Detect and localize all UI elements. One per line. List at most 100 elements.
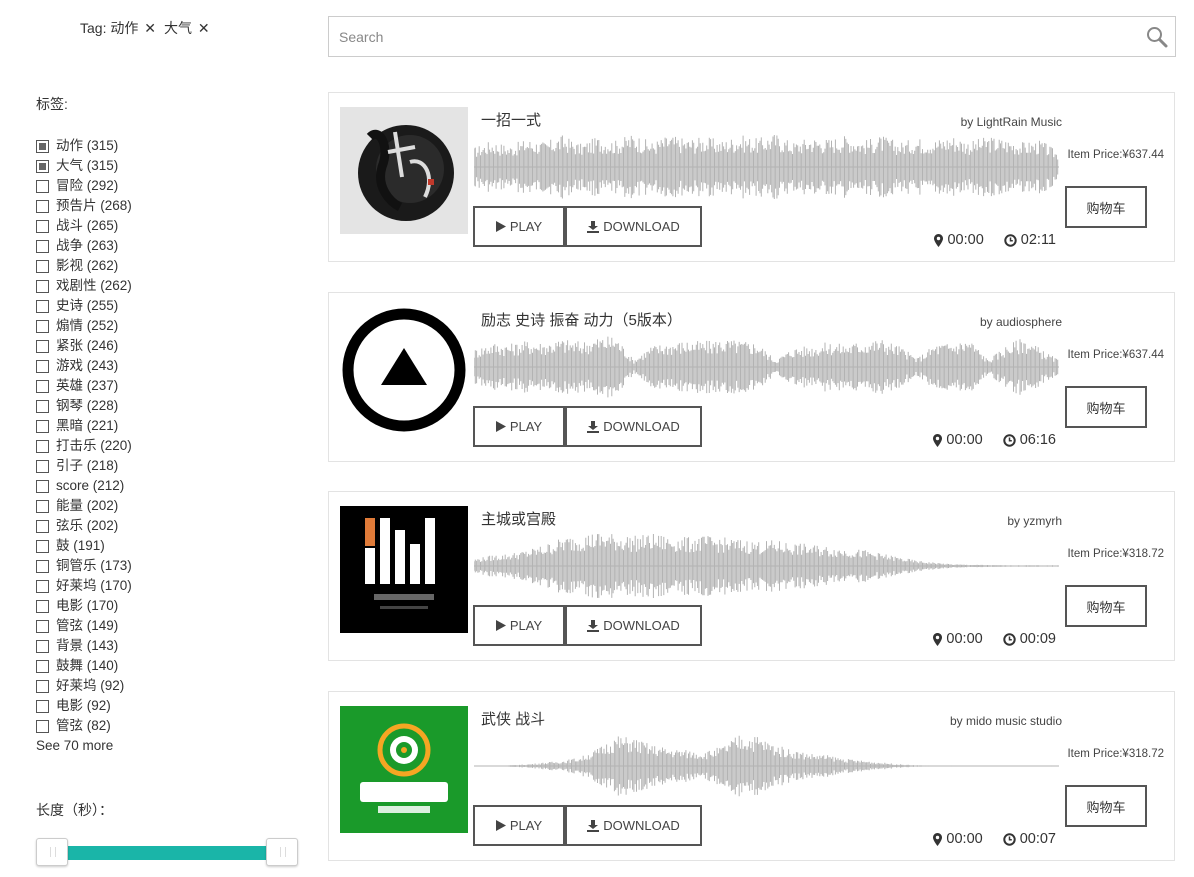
tag-facet-item[interactable]: 引子 (218)	[36, 456, 132, 476]
tag-checkbox[interactable]	[36, 659, 49, 673]
tag-facet-item[interactable]: 鼓舞 (140)	[36, 656, 132, 676]
track-card: 主城或宫殿 by yzmyrh Item Price:¥318.72 购物车 P…	[328, 491, 1175, 661]
play-button[interactable]: PLAY	[473, 206, 565, 247]
track-cover[interactable]	[340, 506, 468, 633]
add-to-cart-button[interactable]: 购物车	[1065, 585, 1147, 627]
tag-facet-item[interactable]: 戏剧性 (262)	[36, 276, 132, 296]
tag-checkbox[interactable]	[36, 299, 49, 313]
tag-facet-item[interactable]: 冒险 (292)	[36, 176, 132, 196]
tag-facet-item[interactable]: 电影 (170)	[36, 596, 132, 616]
tag-checkbox[interactable]	[36, 719, 49, 733]
tag-checkbox[interactable]	[36, 279, 49, 293]
remove-tag-icon[interactable]: ✕	[144, 20, 156, 36]
tag-checkbox[interactable]	[36, 579, 49, 593]
tag-facet-item[interactable]: 管弦 (82)	[36, 716, 132, 736]
tag-facet-label: 管弦 (149)	[56, 618, 119, 633]
tag-checkbox[interactable]	[36, 519, 49, 533]
tag-checkbox[interactable]	[36, 199, 49, 213]
waveform[interactable]	[474, 726, 1059, 806]
tag-facet-item[interactable]: 电影 (92)	[36, 696, 132, 716]
add-to-cart-button[interactable]: 购物车	[1065, 386, 1147, 428]
download-button[interactable]: DOWNLOAD	[565, 406, 702, 447]
tag-facet-item[interactable]: 战争 (263)	[36, 236, 132, 256]
tag-checkbox[interactable]	[36, 499, 49, 513]
play-button[interactable]: PLAY	[473, 605, 565, 646]
tag-facet-item[interactable]: 好莱坞 (170)	[36, 576, 132, 596]
tag-checkbox[interactable]	[36, 439, 49, 453]
track-cover[interactable]	[340, 706, 468, 833]
slider-min-handle[interactable]	[36, 838, 68, 866]
tag-checkbox[interactable]	[36, 379, 49, 393]
tag-facet-item[interactable]: 打击乐 (220)	[36, 436, 132, 456]
add-to-cart-button[interactable]: 购物车	[1065, 186, 1147, 228]
length-range-slider[interactable]	[36, 838, 298, 866]
tag-checkbox[interactable]	[36, 619, 49, 633]
tag-facet-item[interactable]: 游戏 (243)	[36, 356, 132, 376]
tag-checkbox[interactable]	[36, 639, 49, 653]
waveform[interactable]	[474, 327, 1059, 407]
tag-facet-item[interactable]: 管弦 (149)	[36, 616, 132, 636]
tag-checkbox[interactable]	[36, 339, 49, 353]
tag-facet-item[interactable]: 影视 (262)	[36, 256, 132, 276]
tag-checkbox[interactable]	[36, 599, 49, 613]
tag-checkbox[interactable]	[36, 159, 49, 173]
track-cover[interactable]	[340, 307, 468, 434]
slider-track[interactable]	[66, 846, 270, 860]
tag-checkbox[interactable]	[36, 679, 49, 693]
see-more-link[interactable]: See 70 more	[36, 738, 113, 753]
tag-checkbox[interactable]	[36, 359, 49, 373]
active-tags-prefix: Tag:	[80, 20, 111, 36]
tag-facet-item[interactable]: 紧张 (246)	[36, 336, 132, 356]
tag-checkbox[interactable]	[36, 539, 49, 553]
download-button[interactable]: DOWNLOAD	[565, 206, 702, 247]
waveform[interactable]	[474, 127, 1059, 207]
tag-facet-item[interactable]: 黑暗 (221)	[36, 416, 132, 436]
tag-checkbox[interactable]	[36, 219, 49, 233]
search-icon[interactable]	[1145, 25, 1169, 49]
tag-facet-item[interactable]: 煽情 (252)	[36, 316, 132, 336]
waveform[interactable]	[474, 526, 1059, 606]
tag-facet-item[interactable]: 钢琴 (228)	[36, 396, 132, 416]
search-input[interactable]	[329, 17, 1119, 56]
download-button[interactable]: DOWNLOAD	[565, 605, 702, 646]
tag-facet-item[interactable]: 史诗 (255)	[36, 296, 132, 316]
tag-checkbox[interactable]	[36, 179, 49, 193]
tag-checkbox[interactable]	[36, 699, 49, 713]
item-price: Item Price:¥637.44	[1067, 349, 1164, 361]
length-filter-title: 长度（秒）：	[36, 802, 113, 818]
tag-checkbox[interactable]	[36, 559, 49, 573]
remove-tag-icon[interactable]: ✕	[198, 20, 210, 36]
item-price: Item Price:¥318.72	[1067, 748, 1164, 760]
tag-checkbox[interactable]	[36, 479, 49, 493]
tag-checkbox[interactable]	[36, 259, 49, 273]
download-icon	[587, 220, 600, 233]
tag-facet-item[interactable]: 预告片 (268)	[36, 196, 132, 216]
tag-checkbox[interactable]	[36, 419, 49, 433]
tag-facet-item[interactable]: 动作 (315)	[36, 136, 132, 156]
play-button[interactable]: PLAY	[473, 805, 565, 846]
tag-checkbox[interactable]	[36, 319, 49, 333]
tag-checkbox[interactable]	[36, 139, 49, 153]
tag-facet-item[interactable]: 鼓 (191)	[36, 536, 132, 556]
add-to-cart-button[interactable]: 购物车	[1065, 785, 1147, 827]
tag-facet-item[interactable]: 能量 (202)	[36, 496, 132, 516]
tag-facet-item[interactable]: 战斗 (265)	[36, 216, 132, 236]
download-button[interactable]: DOWNLOAD	[565, 805, 702, 846]
tag-facet-item[interactable]: 英雄 (237)	[36, 376, 132, 396]
slider-max-handle[interactable]	[266, 838, 298, 866]
tag-facet-item[interactable]: 背景 (143)	[36, 636, 132, 656]
tag-facet-item[interactable]: score (212)	[36, 476, 132, 496]
map-marker-icon	[934, 233, 944, 247]
track-cover[interactable]	[340, 107, 468, 234]
play-icon	[495, 820, 506, 831]
tag-checkbox[interactable]	[36, 239, 49, 253]
tag-facet-item[interactable]: 铜管乐 (173)	[36, 556, 132, 576]
tag-facet-label: 电影 (92)	[56, 698, 111, 713]
tag-facet-item[interactable]: 大气 (315)	[36, 156, 132, 176]
play-button[interactable]: PLAY	[473, 406, 565, 447]
tag-checkbox[interactable]	[36, 399, 49, 413]
tag-checkbox[interactable]	[36, 459, 49, 473]
tag-facet-label: 紧张 (246)	[56, 338, 119, 353]
tag-facet-item[interactable]: 好莱坞 (92)	[36, 676, 132, 696]
tag-facet-item[interactable]: 弦乐 (202)	[36, 516, 132, 536]
